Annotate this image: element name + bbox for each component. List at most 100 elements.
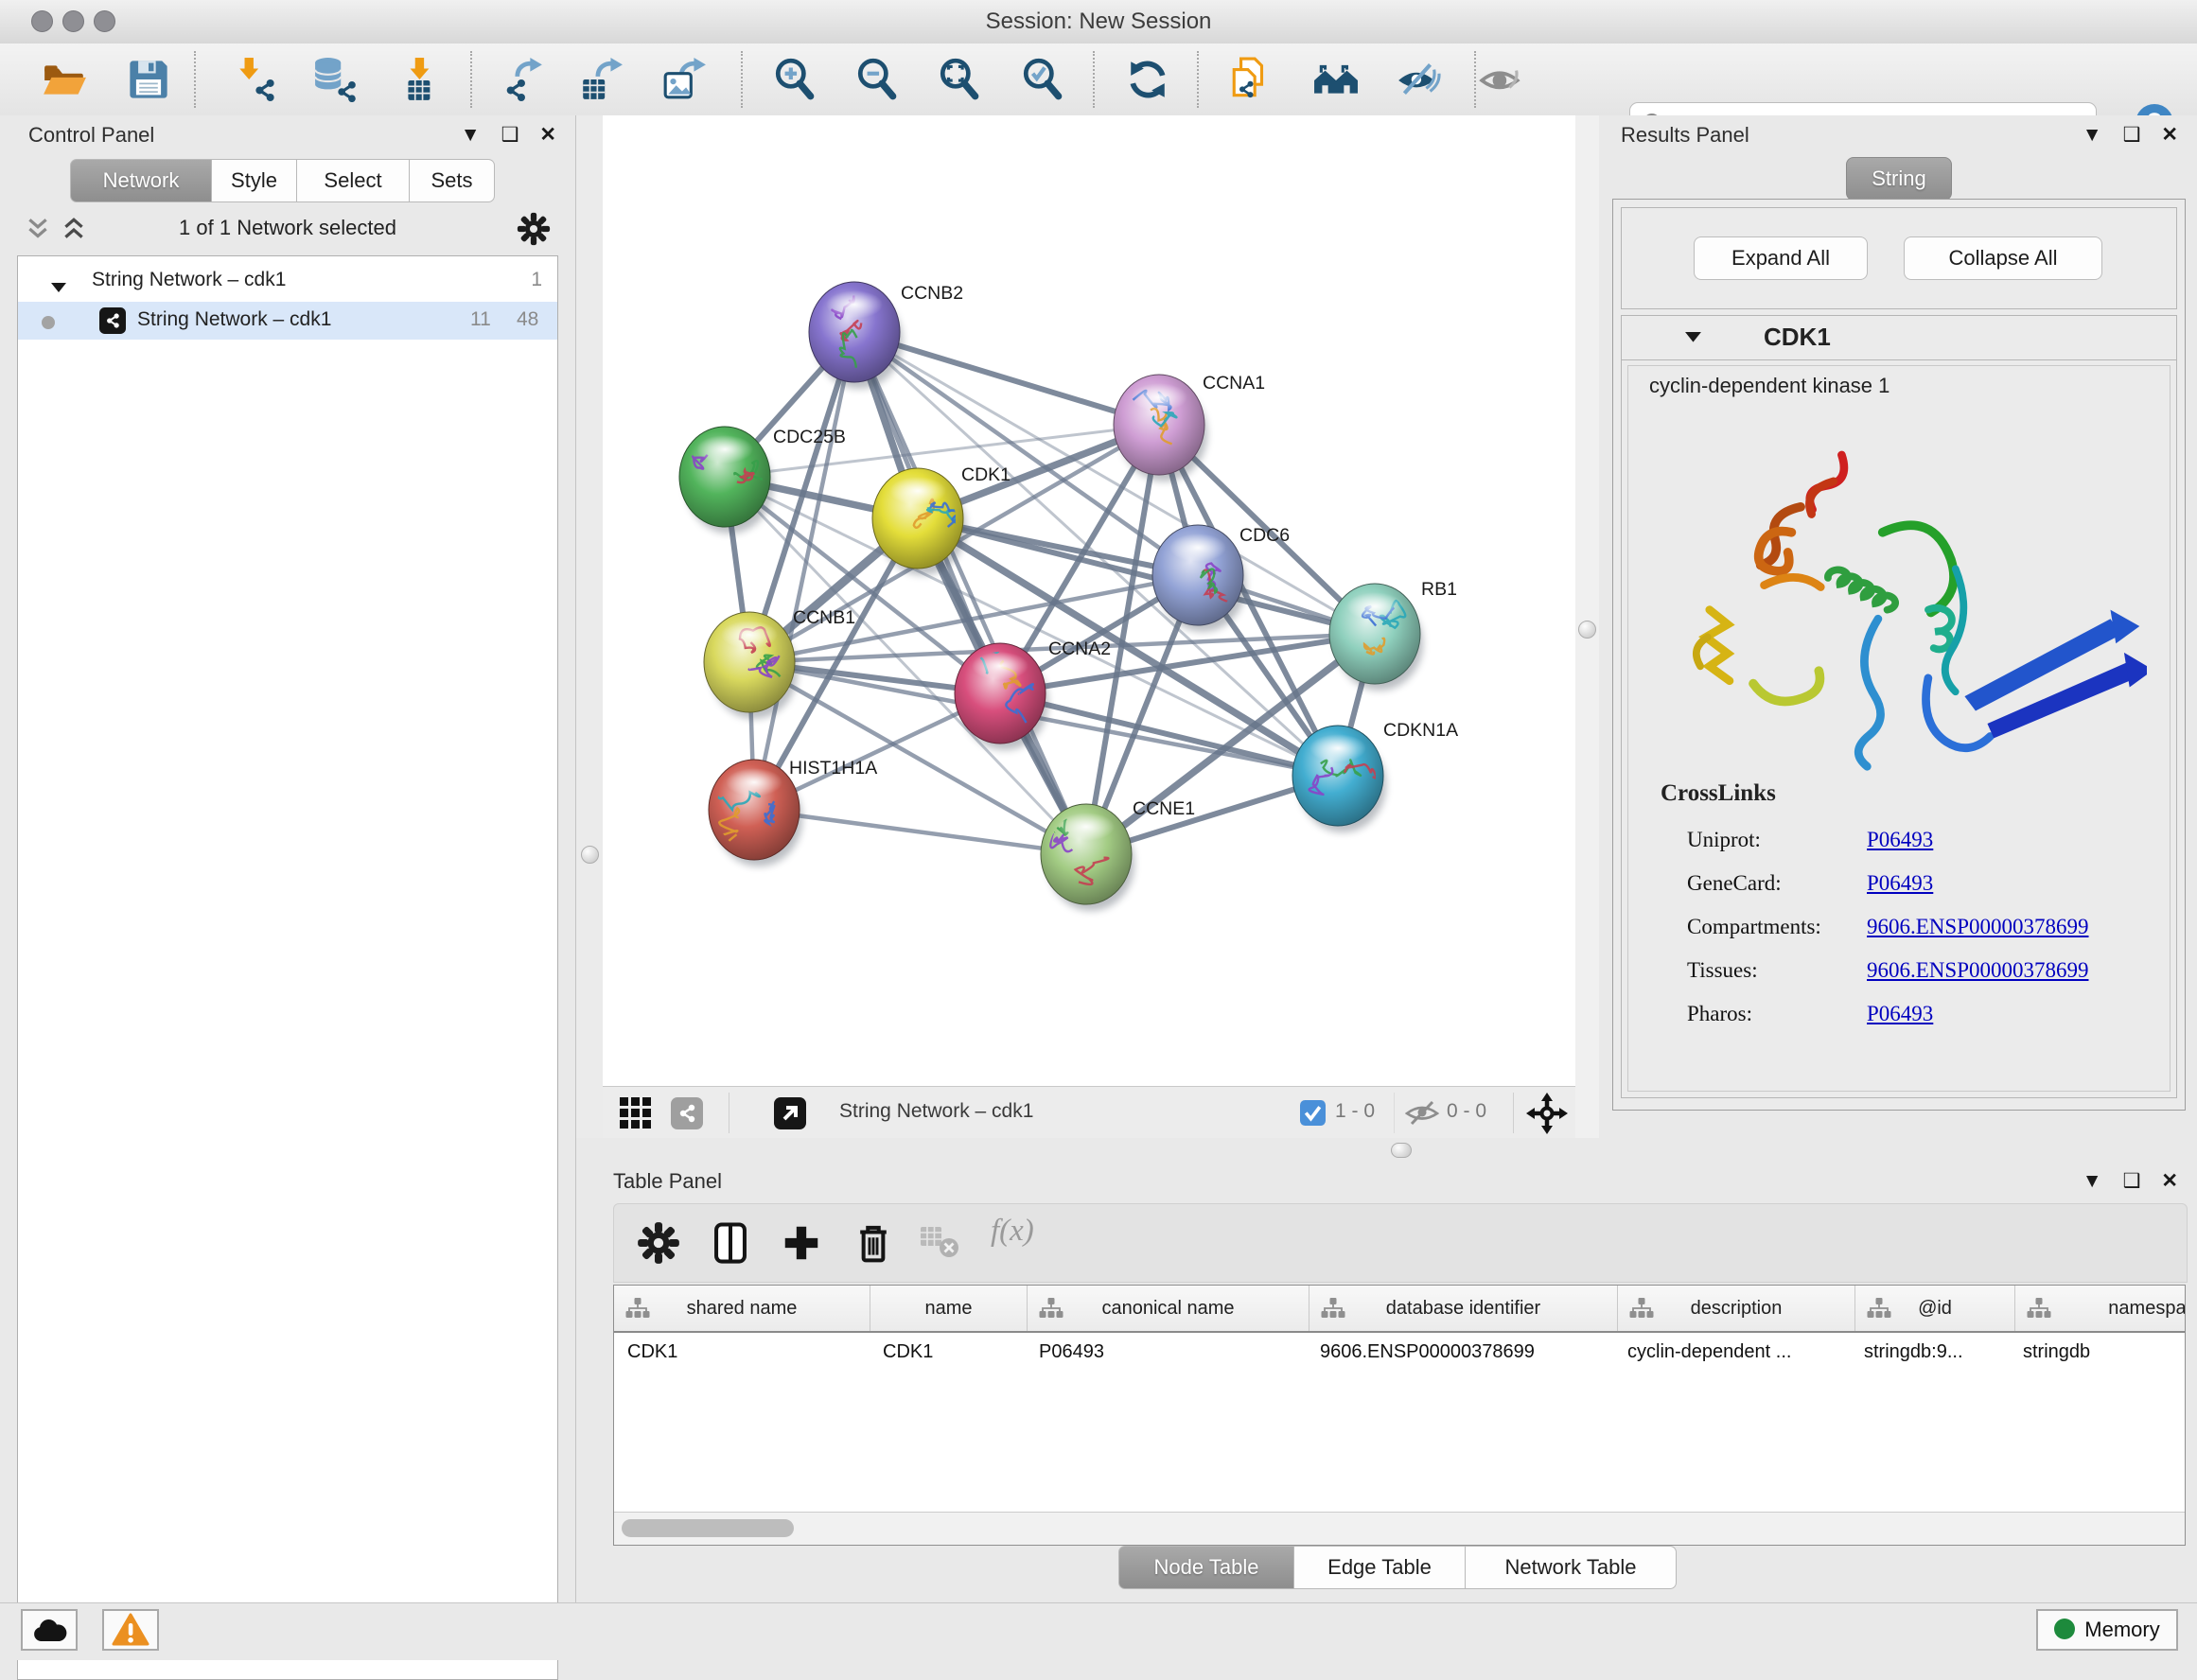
delete-column-button[interactable] [852,1221,895,1265]
column-header--id[interactable]: @id [1855,1286,2015,1331]
zoom-in-button[interactable] [772,57,817,102]
panel-close-icon[interactable]: ✕ [2161,1170,2178,1192]
export-table-button[interactable] [578,57,624,102]
edge-CCNB2-CCNE1[interactable] [854,332,1086,854]
column-header-namespace[interactable]: namespace [2015,1286,2186,1331]
horizontal-splitter-grip[interactable] [1391,1143,1412,1158]
tab-network-table[interactable]: Network Table [1466,1546,1677,1589]
export-network-button[interactable] [500,57,545,102]
node-RB1[interactable]: RB1 [1329,579,1457,691]
import-network-from-database-button[interactable] [313,57,359,102]
column-header-description[interactable]: description [1618,1286,1855,1331]
horizontal-splitter[interactable] [603,1138,2197,1165]
network-collection-row[interactable]: String Network – cdk1 1 [18,264,557,302]
crosslink-link[interactable]: P06493 [1867,828,1933,852]
panel-float-icon[interactable]: ❑ [2123,1170,2141,1192]
network-overview-icon[interactable] [671,1097,703,1129]
left-splitter[interactable] [576,115,603,1138]
crosslink-link[interactable]: P06493 [1867,1002,1933,1026]
table-cell[interactable]: stringdb [2010,1331,2186,1373]
edge-HIST1H1A-CCNE1[interactable] [754,810,1086,854]
panel-float-icon[interactable]: ❑ [2123,124,2141,146]
tab-network[interactable]: Network [70,159,212,202]
open-in-window-icon[interactable] [774,1097,806,1129]
hide-graphics-details-button[interactable] [1396,57,1441,102]
tab-style[interactable]: Style [212,159,297,202]
node-CDC6[interactable]: CDC6 [1152,525,1290,632]
panel-menu-icon[interactable]: ▼ [2083,124,2102,146]
left-splitter-grip[interactable] [581,846,599,864]
collapse-icon[interactable] [50,276,67,288]
add-column-button[interactable] [780,1221,823,1265]
crosslink-link[interactable]: P06493 [1867,871,1933,896]
save-session-button[interactable] [126,57,171,102]
node-CCNA1[interactable]: CCNA1 [1114,373,1265,481]
move-crosshair-icon[interactable] [1526,1093,1568,1134]
duplicate-network-button[interactable] [1228,57,1274,102]
tab-select[interactable]: Select [297,159,410,202]
right-splitter[interactable] [1575,115,1599,1138]
column-header-database-identifier[interactable]: database identifier [1309,1286,1618,1331]
tab-string[interactable]: String [1846,157,1952,201]
gene-header-row[interactable]: CDK1 [1622,316,2176,360]
table-row[interactable]: CDK1CDK1P064939606.ENSP00000378699cyclin… [614,1331,2186,1373]
tab-edge-table[interactable]: Edge Table [1294,1546,1466,1589]
refresh-button[interactable] [1125,57,1170,102]
selected-checkbox-icon[interactable] [1300,1100,1326,1126]
crosslink-link[interactable]: 9606.ENSP00000378699 [1867,958,2089,983]
network-row[interactable]: String Network – cdk1 11 48 [18,302,557,340]
table-cell[interactable]: P06493 [1026,1331,1307,1373]
warnings-button[interactable] [102,1609,159,1651]
show-columns-button[interactable] [709,1221,752,1265]
column-header-name[interactable]: name [870,1286,1028,1331]
panel-float-icon[interactable]: ❑ [501,124,519,146]
node-HIST1H1A[interactable]: HIST1H1A [709,758,877,866]
edge-CCNB2-HIST1H1A[interactable] [754,332,854,810]
tab-sets[interactable]: Sets [410,159,495,202]
table-cell[interactable]: stringdb:9... [1851,1331,2010,1373]
import-table-button[interactable] [398,57,444,102]
expand-all-button[interactable]: Expand All [1694,236,1868,280]
hidden-eye-icon[interactable] [1405,1099,1439,1128]
table-panel-window-buttons: ▼ ❑ ✕ [2062,1169,2178,1193]
memory-button[interactable]: Memory [2036,1609,2178,1651]
panel-close-icon[interactable]: ✕ [539,124,556,146]
crosslink-link[interactable]: 9606.ENSP00000378699 [1867,915,2089,939]
import-network-button[interactable] [233,57,278,102]
delete-table-button[interactable] [919,1221,962,1265]
open-session-button[interactable] [42,57,87,102]
panel-menu-icon[interactable]: ▼ [2083,1170,2102,1192]
panel-menu-icon[interactable]: ▼ [461,124,481,146]
node-CDC25B[interactable]: CDC25B [674,427,846,534]
right-splitter-grip[interactable] [1578,621,1596,639]
network-canvas[interactable]: CCNB2 CCNA1 CDC25B CDK1 CDC6 RB1 CCNB1 [603,115,1575,1086]
show-graphics-details-button[interactable] [1479,57,1524,102]
node-CCNE1[interactable]: CCNE1 [1041,798,1195,911]
zoom-selected-button[interactable] [1020,57,1065,102]
panel-close-icon[interactable]: ✕ [2161,124,2178,146]
cloud-button[interactable] [21,1609,78,1651]
gear-icon[interactable] [517,212,551,246]
table-cell[interactable]: cyclin-dependent ... [1614,1331,1851,1373]
birds-eye-view-icon[interactable] [620,1097,652,1129]
zoom-fit-button[interactable] [937,57,982,102]
node-CCNB1[interactable]: CCNB1 [704,607,855,719]
collapse-icon[interactable] [1684,331,1702,343]
table-cell[interactable]: CDK1 [614,1331,870,1373]
node-CCNB2[interactable]: CCNB2 [809,282,963,389]
zoom-out-button[interactable] [854,57,900,102]
table-horizontal-scrollbar[interactable] [614,1512,2185,1545]
table-settings-button[interactable] [637,1221,680,1265]
home-button[interactable] [1313,57,1359,102]
export-image-button[interactable] [661,57,707,102]
function-builder-button[interactable]: f(x) [991,1214,1034,1249]
node-CDKN1A[interactable]: CDKN1A [1292,720,1458,832]
table-cell[interactable]: 9606.ENSP00000378699 [1307,1331,1614,1373]
node-table[interactable]: shared namenamecanonical namedatabase id… [613,1285,2186,1546]
column-header-shared-name[interactable]: shared name [614,1286,870,1331]
tab-node-table[interactable]: Node Table [1118,1546,1294,1589]
collapse-all-button[interactable]: Collapse All [1904,236,2102,280]
column-header-canonical-name[interactable]: canonical name [1028,1286,1309,1331]
table-cell[interactable]: CDK1 [870,1331,1026,1373]
scrollbar-thumb[interactable] [622,1519,794,1537]
